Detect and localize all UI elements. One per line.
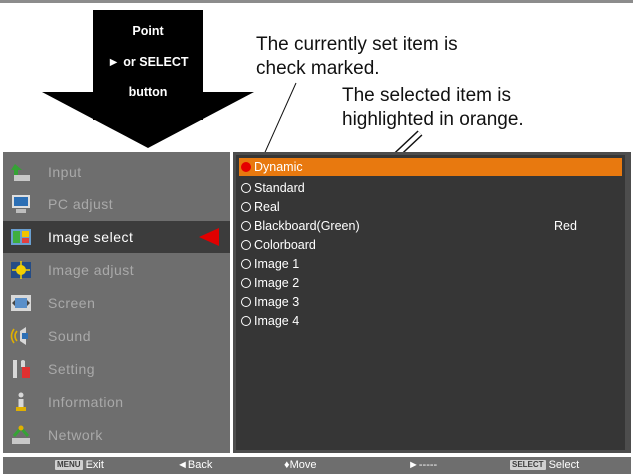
- option-standard[interactable]: Standard: [239, 179, 622, 197]
- input-icon: [11, 164, 30, 181]
- menu-item-screen[interactable]: Screen: [3, 287, 230, 319]
- radio-icon: [241, 297, 251, 307]
- active-marker-arrow: [199, 228, 219, 246]
- menu-item-information[interactable]: Information: [3, 386, 230, 418]
- option-label: Image 4: [254, 314, 300, 328]
- options-list: Dynamic Standard Real Blackboard(Green) …: [236, 155, 625, 450]
- screen-icon: [11, 295, 31, 311]
- guide-select[interactable]: SELECT Select: [510, 457, 579, 474]
- image-select-icon: [11, 229, 31, 245]
- image-adjust-icon: [11, 261, 31, 279]
- option-image-4[interactable]: Image 4: [239, 312, 622, 330]
- menu-key-icon: MENU: [55, 460, 83, 470]
- select-key-icon: SELECT: [510, 460, 546, 470]
- menu-item-label: Information: [48, 394, 124, 410]
- menu-item-label: Image select: [48, 229, 134, 245]
- radio-icon: [241, 221, 251, 231]
- guide-move[interactable]: ♦Move: [284, 457, 317, 474]
- option-dynamic[interactable]: Dynamic: [239, 158, 622, 176]
- option-label: Image 3: [254, 295, 300, 309]
- option-real[interactable]: Real: [239, 198, 622, 216]
- menu-item-label: Input: [48, 164, 82, 180]
- guide-exit[interactable]: MENU Exit: [55, 457, 104, 474]
- menu-item-pc-adjust[interactable]: PC adjust: [3, 188, 230, 220]
- menu-item-label: Screen: [48, 295, 96, 311]
- menu-item-image-adjust[interactable]: Image adjust: [3, 254, 230, 286]
- sound-icon: [10, 327, 28, 345]
- image-select-panel: Dynamic Standard Real Blackboard(Green) …: [233, 152, 631, 453]
- main-menu: Input PC adjust Image select Image adjus…: [3, 152, 230, 453]
- option-label: Colorboard: [254, 238, 316, 252]
- menu-item-network[interactable]: Network: [3, 419, 230, 451]
- option-label: Real: [254, 200, 280, 214]
- option-image-2[interactable]: Image 2: [239, 274, 622, 292]
- radio-icon: [241, 316, 251, 326]
- menu-item-image-select[interactable]: Image select: [3, 221, 230, 253]
- setting-icon: [13, 360, 30, 378]
- information-icon: [16, 392, 26, 411]
- bottom-guide-bar: MENU Exit ◄Back ♦Move ►----- SELECT Select: [3, 457, 631, 474]
- option-colorboard[interactable]: Colorboard: [239, 236, 622, 254]
- option-label: Image 1: [254, 257, 300, 271]
- radio-checked-icon: [241, 162, 251, 172]
- option-label: Image 2: [254, 276, 300, 290]
- radio-icon: [241, 278, 251, 288]
- radio-icon: [241, 259, 251, 269]
- pc-adjust-icon: [12, 195, 30, 213]
- menu-item-input[interactable]: Input: [3, 156, 230, 188]
- option-label: Blackboard(Green): [254, 219, 360, 233]
- radio-icon: [241, 240, 251, 250]
- option-blackboard-green[interactable]: Blackboard(Green) Red: [239, 217, 622, 235]
- menu-item-label: Network: [48, 427, 103, 443]
- radio-icon: [241, 183, 251, 193]
- option-label: Standard: [254, 181, 305, 195]
- menu-item-label: Image adjust: [48, 262, 135, 278]
- menu-item-label: Sound: [48, 328, 91, 344]
- option-image-1[interactable]: Image 1: [239, 255, 622, 273]
- option-value: Red: [554, 219, 577, 233]
- menu-item-label: PC adjust: [48, 196, 114, 212]
- guide-select-label: Select: [548, 459, 580, 471]
- radio-icon: [241, 202, 251, 212]
- guide-exit-label: Exit: [85, 459, 104, 471]
- menu-item-setting[interactable]: Setting: [3, 353, 230, 385]
- guide-back[interactable]: ◄Back: [177, 457, 212, 474]
- option-label: Dynamic: [254, 160, 303, 174]
- menu-item-sound[interactable]: Sound: [3, 320, 230, 352]
- leader-line-current: [261, 82, 297, 160]
- menu-item-label: Setting: [48, 361, 96, 377]
- guide-next[interactable]: ►-----: [408, 457, 437, 474]
- option-image-3[interactable]: Image 3: [239, 293, 622, 311]
- network-icon: [12, 425, 30, 444]
